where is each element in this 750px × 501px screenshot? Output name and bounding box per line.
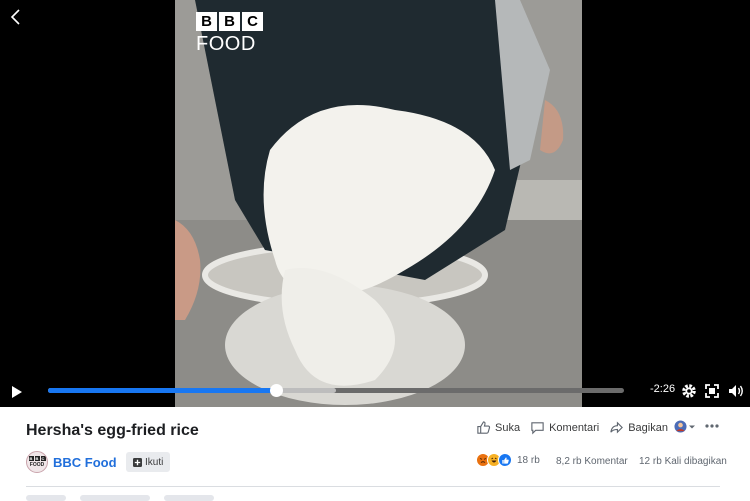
bbc-logo: B B C (196, 12, 263, 31)
fullscreen-icon[interactable] (703, 382, 721, 400)
like-label: Suka (495, 421, 521, 434)
bbc-letter: B (219, 12, 240, 31)
video-frame-image (175, 0, 582, 407)
video-title: Hersha's egg-fried rice (26, 422, 199, 439)
follow-button[interactable]: Ikuti (126, 452, 171, 472)
bbc-letter: C (242, 12, 263, 31)
time-remaining: -2:26 (650, 383, 676, 395)
bbc-food-watermark: B B C FOOD (196, 12, 263, 56)
like-icon (477, 421, 491, 434)
mini-bbc-letter: C (40, 456, 46, 461)
like-button[interactable]: Suka (476, 420, 520, 435)
bbc-letter: B (196, 12, 217, 31)
follow-label: Ikuti (145, 456, 164, 468)
page-avatar[interactable]: B B C FOOD (26, 451, 48, 473)
back-icon[interactable] (6, 6, 26, 28)
mini-food-label: FOOD (29, 462, 45, 468)
faded-placeholder (80, 495, 150, 501)
reactions-summary[interactable]: 18 rb (476, 453, 540, 467)
chevron-down-icon (689, 425, 695, 428)
plus-icon (133, 457, 142, 467)
progress-handle[interactable] (269, 384, 283, 397)
like-reaction-icon (498, 453, 512, 467)
share-label: Bagikan (628, 421, 668, 434)
post-info: Hersha's egg-fried rice Suka Komentari B… (0, 407, 750, 501)
faded-placeholder (26, 495, 66, 501)
video-controls: -2:26 (0, 377, 750, 407)
share-button[interactable]: Bagikan (609, 420, 668, 435)
video-frame[interactable] (175, 0, 582, 407)
comment-filter-row (26, 495, 214, 501)
faded-placeholder (164, 495, 214, 501)
video-player[interactable]: B B C FOOD -2:26 (0, 0, 750, 407)
play-icon[interactable] (8, 383, 26, 401)
progress-played (48, 388, 276, 393)
shares-count[interactable]: 12 rb Kali dibagikan (639, 456, 727, 467)
comments-count[interactable]: 8,2 rb Komentar (556, 456, 628, 467)
volume-icon[interactable] (727, 382, 745, 400)
share-icon (610, 421, 624, 434)
more-icon[interactable] (704, 421, 720, 431)
reaction-count: 18 rb (517, 454, 540, 466)
mini-bbc-letter: B (34, 456, 40, 461)
comment-label: Komentari (549, 421, 600, 434)
mini-bbc-letter: B (28, 456, 34, 461)
page-name-link[interactable]: BBC Food (53, 455, 117, 470)
comment-button[interactable]: Komentari (530, 420, 599, 435)
food-label: FOOD (196, 33, 256, 55)
comment-icon (531, 422, 544, 435)
mini-bbc-logo: B B C (28, 456, 46, 461)
post-as-selector[interactable] (674, 420, 697, 433)
avatar (674, 420, 687, 433)
settings-icon[interactable] (680, 382, 698, 400)
post-actions: Suka Komentari Bagikan (476, 420, 678, 435)
progress-bar[interactable] (48, 384, 624, 397)
divider (26, 486, 720, 487)
